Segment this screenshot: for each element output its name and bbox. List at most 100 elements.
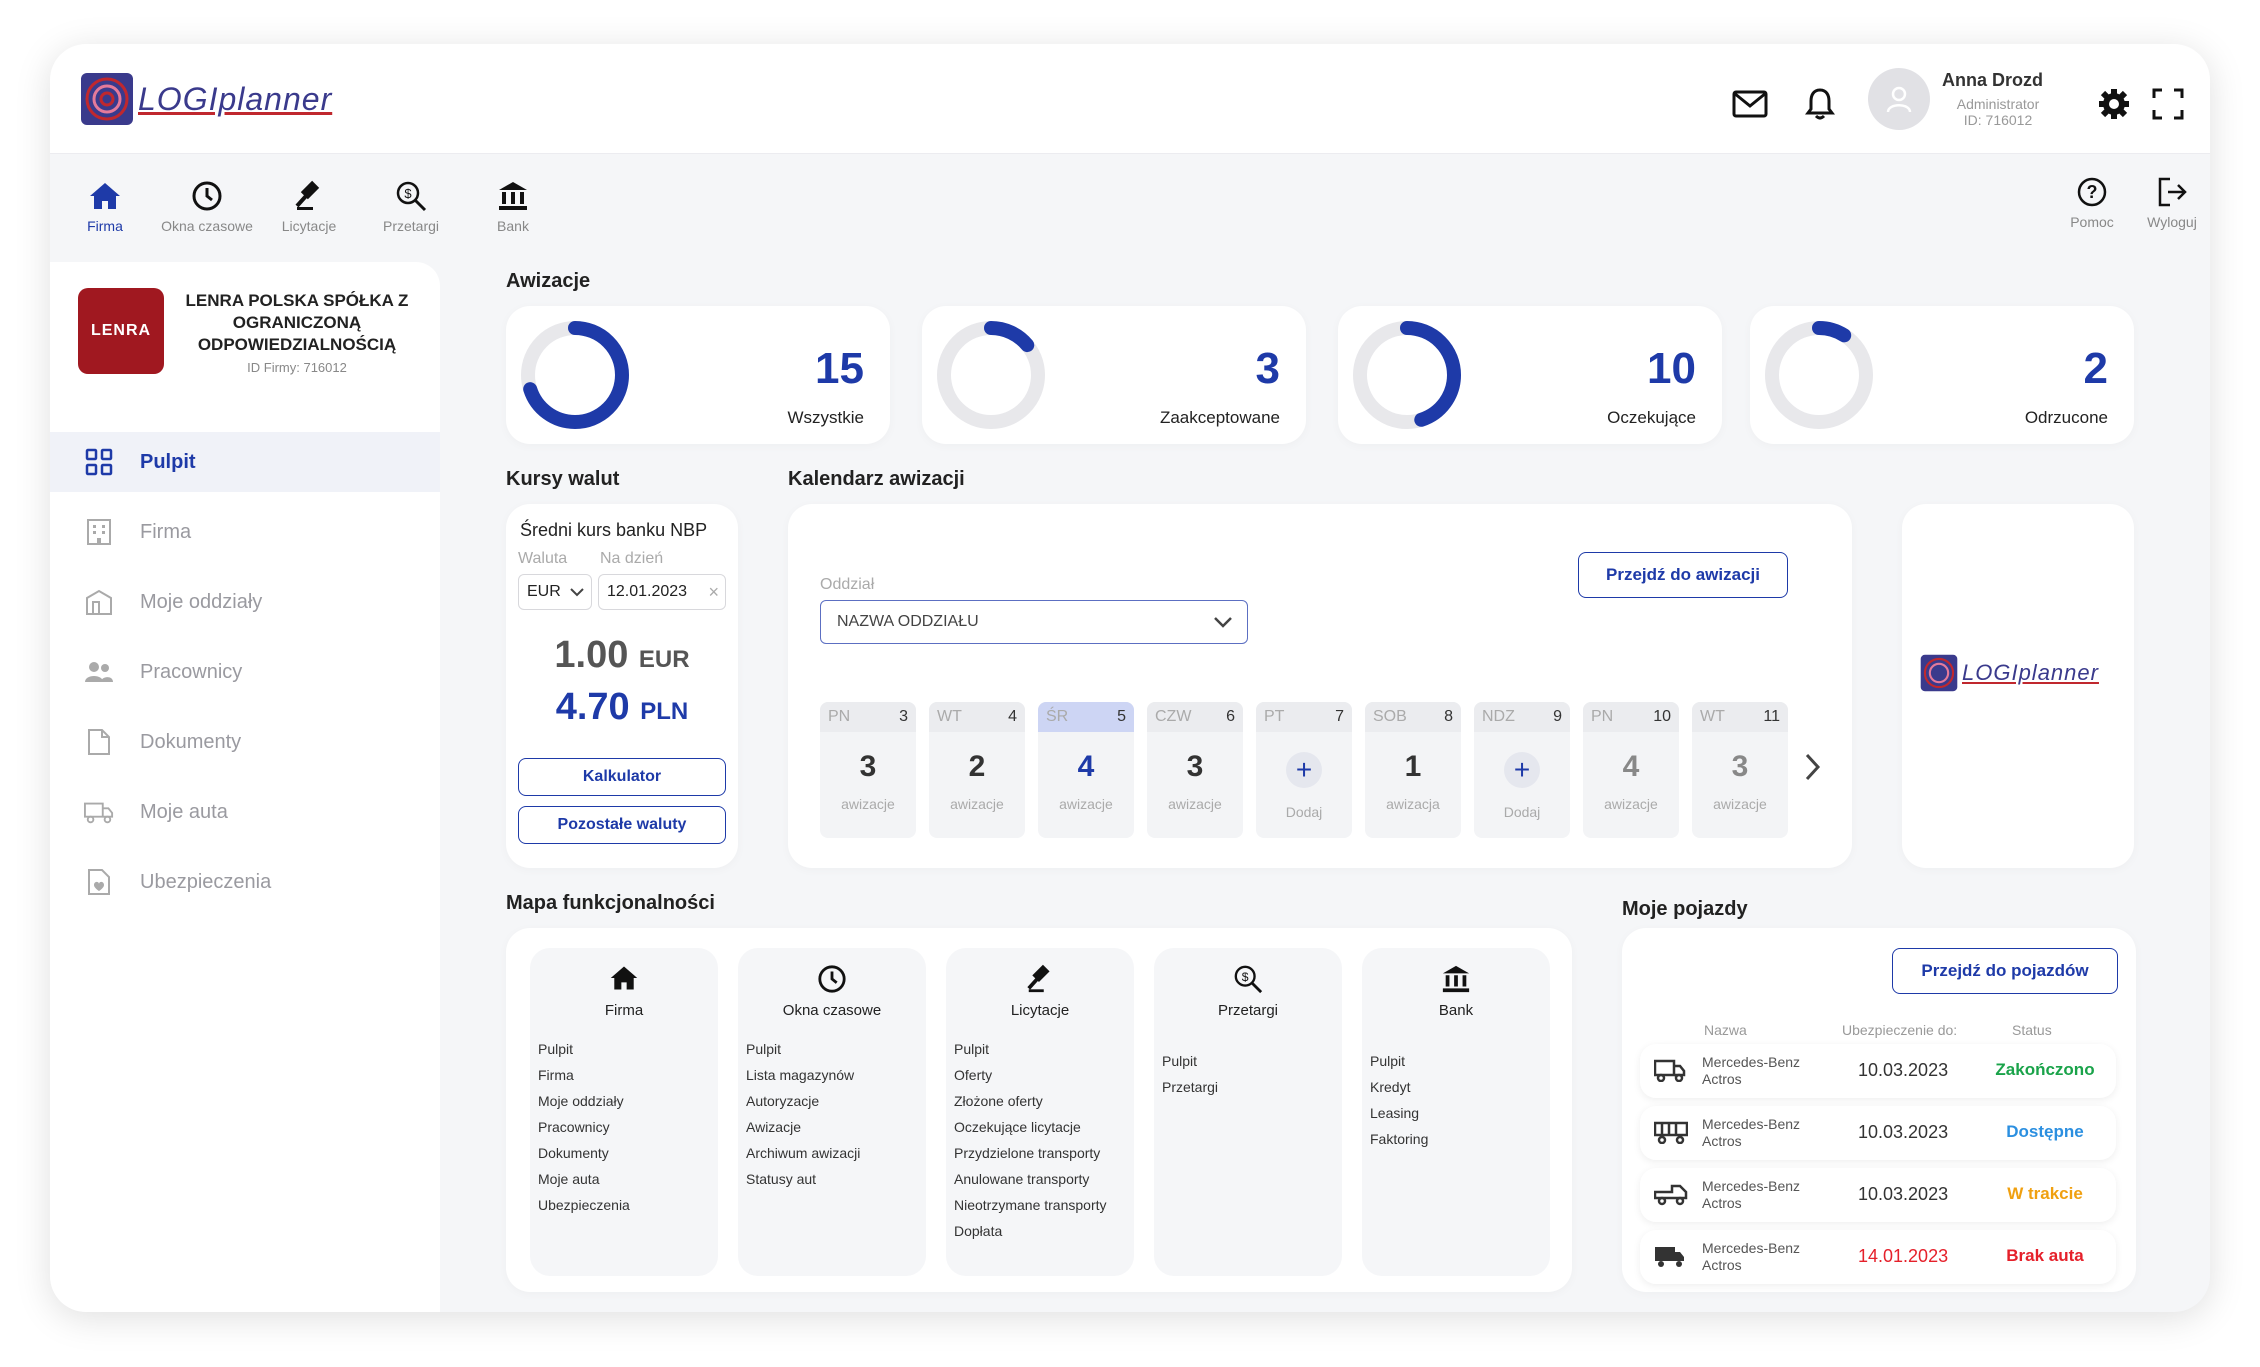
feature-col-licytacje[interactable]: Licytacje Pulpit Oferty Złożone oferty O… xyxy=(946,948,1134,1276)
feature-link[interactable]: Faktoring xyxy=(1370,1126,1428,1152)
feature-link[interactable]: Przydzielone transporty xyxy=(954,1140,1107,1166)
feature-col-bank[interactable]: Bank Pulpit Kredyt Leasing Faktoring xyxy=(1362,948,1550,1276)
feature-link[interactable]: Pulpit xyxy=(1370,1048,1428,1074)
go-to-vehicles-button[interactable]: Przejdź do pojazdów xyxy=(1892,948,2118,994)
column-header: Status xyxy=(2012,1022,2052,1038)
feature-link[interactable]: Pulpit xyxy=(1162,1048,1218,1074)
stat-label: Zaakceptowane xyxy=(1159,408,1280,427)
fullscreen-icon[interactable] xyxy=(2148,84,2188,124)
feature-link[interactable]: Leasing xyxy=(1370,1100,1428,1126)
nav-wyloguj[interactable]: Wyloguj xyxy=(2132,174,2210,230)
day-sub: awizacja xyxy=(1386,796,1440,812)
feature-link[interactable]: Pulpit xyxy=(538,1036,630,1062)
stat-label: Wszystkie xyxy=(787,408,865,427)
feature-link[interactable]: Ubezpieczenia xyxy=(538,1192,630,1218)
feature-link[interactable]: Dopłata xyxy=(954,1218,1107,1244)
calendar-day[interactable]: PN 10 4 awizacje xyxy=(1583,702,1679,838)
nav-licytacje[interactable]: Licytacje xyxy=(254,178,364,234)
nav-okna-czasowe[interactable]: Okna czasowe xyxy=(152,178,262,234)
vehicle-name: Mercedes-Benz Actros xyxy=(1702,1240,1800,1274)
day-count: 3 xyxy=(1731,750,1749,783)
awizacje-title: Awizacje xyxy=(506,270,591,292)
feature-col-title: Licytacje xyxy=(1010,1002,1070,1019)
nav-firma[interactable]: Firma xyxy=(50,178,160,234)
calendar-day[interactable]: PN 3 3 awizacje xyxy=(820,702,916,838)
nav-bank[interactable]: Bank xyxy=(458,178,568,234)
other-currencies-button[interactable]: Pozostałe waluty xyxy=(518,806,726,844)
sidebar-item-moje-oddzialy[interactable]: Moje oddziały xyxy=(50,572,440,632)
feature-link[interactable]: Moje oddziały xyxy=(538,1088,630,1114)
feature-link[interactable]: Anulowane transporty xyxy=(954,1166,1107,1192)
currency-label: Waluta xyxy=(518,550,568,567)
feature-link[interactable]: Złożone oferty xyxy=(954,1088,1107,1114)
sidebar-item-moje-auta[interactable]: Moje auta xyxy=(50,782,440,842)
status-badge: Dostępne xyxy=(2006,1122,2084,1141)
calendar-day[interactable]: WT 11 3 awizacje xyxy=(1692,702,1788,838)
feature-link[interactable]: Pulpit xyxy=(954,1036,1107,1062)
go-to-awizacje-button[interactable]: Przejdź do awizacji xyxy=(1578,552,1788,598)
oddzial-select[interactable]: NAZWA ODDZIAŁU xyxy=(820,600,1248,644)
calendar-day-empty[interactable]: PT 7 + Dodaj xyxy=(1256,702,1352,838)
gear-icon[interactable] xyxy=(2094,84,2134,124)
calculator-button[interactable]: Kalkulator xyxy=(518,758,726,796)
sidebar-item-firma[interactable]: Firma xyxy=(50,502,440,562)
date-input[interactable]: 12.01.2023 × xyxy=(598,574,726,610)
insurance-date: 14.01.2023 xyxy=(1858,1246,1949,1266)
feature-link[interactable]: Oczekujące licytacje xyxy=(954,1114,1107,1140)
calendar-day-selected[interactable]: ŚR 5 4 awizacje xyxy=(1038,702,1134,838)
truck-dark-icon xyxy=(1654,1244,1686,1273)
stat-card-wszystkie[interactable]: 15 Wszystkie xyxy=(506,306,890,444)
nav-pomoc[interactable]: ? Pomoc xyxy=(2052,174,2132,230)
promo-card[interactable]: LOGIplanner xyxy=(1902,504,2134,868)
table-row[interactable]: Mercedes-Benz Actros 10.03.2023 W trakcie xyxy=(1640,1168,2116,1222)
feature-link[interactable]: Pracownicy xyxy=(538,1114,630,1140)
sidebar-item-ubezpieczenia[interactable]: Ubezpieczenia xyxy=(50,852,440,912)
vehicle-make: Mercedes-Benz xyxy=(1702,1116,1801,1132)
feature-link[interactable]: Kredyt xyxy=(1370,1074,1428,1100)
calendar-day[interactable]: CZW 6 3 awizacje xyxy=(1147,702,1243,838)
stat-card-oczekujace[interactable]: 10 Oczekujące xyxy=(1338,306,1722,444)
feature-link[interactable]: Firma xyxy=(538,1062,630,1088)
nav-label: Licytacje xyxy=(281,218,337,234)
feature-link[interactable]: Statusy aut xyxy=(746,1166,860,1192)
chevron-right-icon[interactable] xyxy=(1802,752,1822,787)
table-row[interactable]: Mercedes-Benz Actros 10.03.2023 Dostępne xyxy=(1640,1106,2116,1160)
feature-col-firma[interactable]: Firma Pulpit Firma Moje oddziały Pracown… xyxy=(530,948,718,1276)
add-icon[interactable]: + xyxy=(1504,752,1540,788)
feature-link[interactable]: Awizacje xyxy=(746,1114,860,1140)
sidebar-item-dokumenty[interactable]: Dokumenty xyxy=(50,712,440,772)
feature-link[interactable]: Autoryzacje xyxy=(746,1088,860,1114)
feature-link[interactable]: Moje auta xyxy=(538,1166,630,1192)
sidebar-item-pracownicy[interactable]: Pracownicy xyxy=(50,642,440,702)
feature-link[interactable]: Dokumenty xyxy=(538,1140,630,1166)
add-icon[interactable]: + xyxy=(1286,752,1322,788)
feature-link[interactable]: Przetargi xyxy=(1162,1074,1218,1100)
stat-card-odrzucone[interactable]: 2 Odrzucone xyxy=(1750,306,2134,444)
stat-card-zaakceptowane[interactable]: 3 Zaakceptowane xyxy=(922,306,1306,444)
app-logo[interactable]: LOGIplanner xyxy=(80,72,332,126)
day-count: 1 xyxy=(1404,750,1422,783)
currency-select[interactable]: EUR xyxy=(518,574,592,610)
app-window: LOGIplanner Anna Drozd Administrator ID:… xyxy=(50,44,2210,1312)
bell-icon[interactable] xyxy=(1800,84,1840,124)
feature-link[interactable]: Archiwum awizacji xyxy=(746,1140,860,1166)
feature-link[interactable]: Nieotrzymane transporty xyxy=(954,1192,1107,1218)
feature-link[interactable]: Pulpit xyxy=(746,1036,860,1062)
feature-link[interactable]: Oferty xyxy=(954,1062,1107,1088)
company-id: ID Firmy: 716012 xyxy=(247,360,347,375)
avatar[interactable] xyxy=(1868,68,1930,130)
calendar-day[interactable]: SOB 8 1 awizacja xyxy=(1365,702,1461,838)
calendar-day-empty[interactable]: NDZ 9 + Dodaj xyxy=(1474,702,1570,838)
table-row[interactable]: Mercedes-Benz Actros 10.03.2023 Zakończon… xyxy=(1640,1044,2116,1098)
feature-col-okna-czasowe[interactable]: Okna czasowe Pulpit Lista magazynów Auto… xyxy=(738,948,926,1276)
clear-icon[interactable]: × xyxy=(708,582,719,603)
calendar-day[interactable]: WT 4 2 awizacje xyxy=(929,702,1025,838)
mail-icon[interactable] xyxy=(1730,84,1770,124)
sidebar-item-pulpit[interactable]: Pulpit xyxy=(50,432,440,492)
vehicles-card: Przejdź do pojazdów Nazwa Ubezpieczenie … xyxy=(1622,928,2136,1292)
feature-link[interactable]: Lista magazynów xyxy=(746,1062,860,1088)
feature-col-przetargi[interactable]: $ Przetargi Pulpit Przetargi xyxy=(1154,948,1342,1276)
feature-list: Pulpit Kredyt Leasing Faktoring xyxy=(1370,1048,1428,1152)
nav-przetargi[interactable]: $ Przetargi xyxy=(356,178,466,234)
table-row[interactable]: Mercedes-Benz Actros 14.01.2023 Brak auta xyxy=(1640,1230,2116,1284)
